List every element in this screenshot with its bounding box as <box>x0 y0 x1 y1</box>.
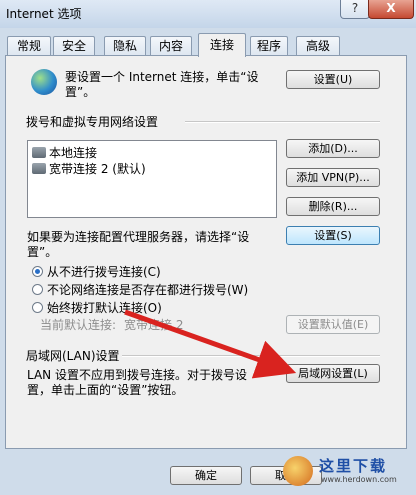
watermark-url: www.herdown.com <box>321 475 397 484</box>
annotation-arrow <box>124 309 297 379</box>
watermark: 这里下载 www.herdown.com <box>283 454 409 492</box>
watermark-logo-icon <box>283 456 313 486</box>
watermark-brand: 这里下载 <box>319 457 388 475</box>
